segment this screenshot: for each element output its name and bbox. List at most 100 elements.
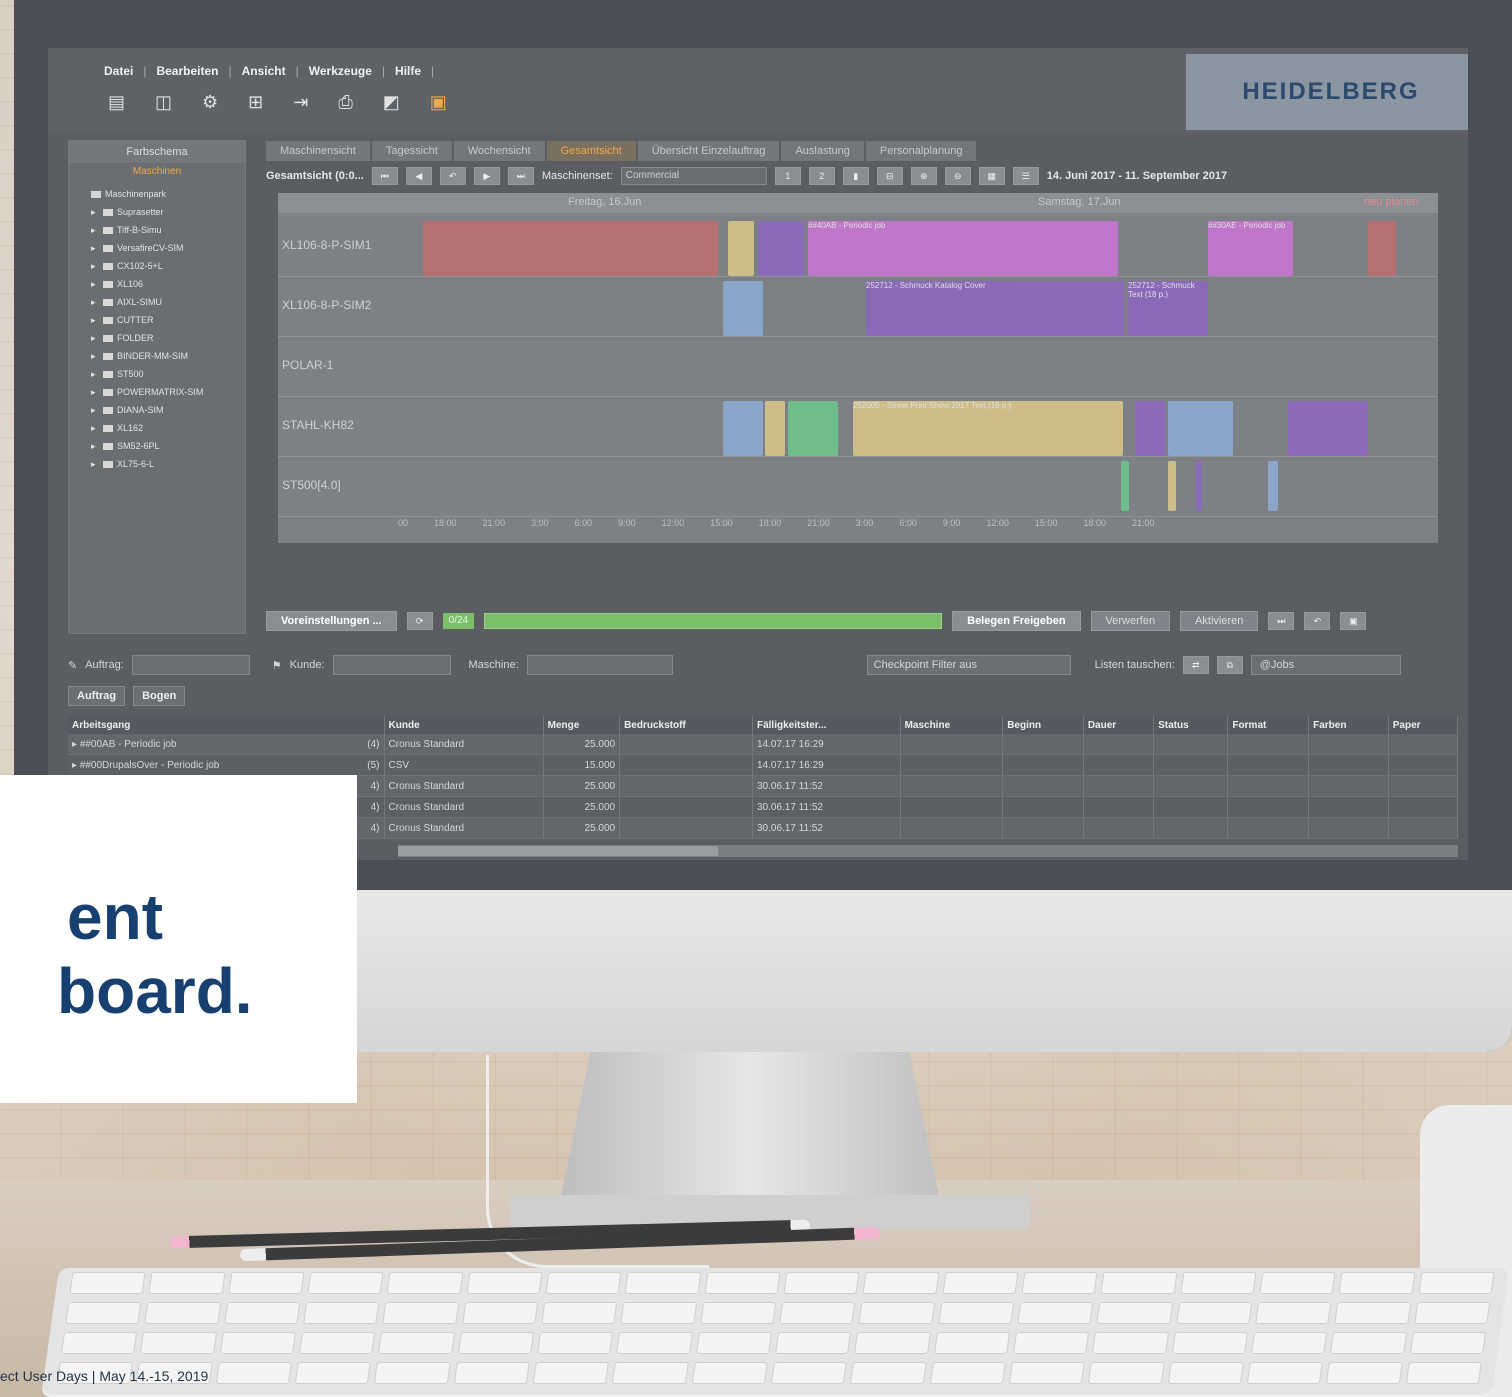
- gantt-job-bar[interactable]: [1288, 401, 1368, 456]
- group-bogen[interactable]: Bogen: [133, 686, 186, 706]
- tab-6[interactable]: Personalplanung: [865, 141, 977, 161]
- last-button[interactable]: ⏭: [507, 167, 534, 185]
- folder-icon[interactable]: ▣: [430, 92, 447, 113]
- column-header[interactable]: Paper: [1388, 716, 1459, 734]
- gantt-job-bar[interactable]: 252712 - Schmuck Text (18 p.): [1128, 281, 1208, 336]
- tree-item[interactable]: ▸ POWERMATRIX-SIM: [91, 383, 245, 401]
- tree-item[interactable]: ▸ Suprasetter: [91, 203, 245, 221]
- column-header[interactable]: Fälligkeitster...: [752, 716, 901, 734]
- column-header[interactable]: Dauer: [1083, 716, 1155, 734]
- menu-datei[interactable]: Datei: [104, 64, 133, 78]
- column-header[interactable]: Menge: [543, 716, 621, 734]
- gantt-job-bar[interactable]: 252712 - Schmuck Katalog Cover: [866, 281, 1124, 336]
- menu-hilfe[interactable]: Hilfe: [395, 64, 421, 78]
- export-icon[interactable]: ⇥: [293, 92, 308, 113]
- tree-item[interactable]: ▸ XL162: [91, 419, 245, 437]
- prev-button[interactable]: ◀: [405, 167, 432, 185]
- table-row[interactable]: ▸ ##00AB - Periodic job (4) Cronus Standa…: [68, 734, 1459, 755]
- expand-icon[interactable]: ▸: [91, 383, 103, 401]
- gantt-job-bar[interactable]: [1121, 461, 1129, 511]
- tab-5[interactable]: Auslastung: [781, 141, 864, 161]
- expand-icon[interactable]: ▸: [91, 275, 103, 293]
- refresh-icon[interactable]: ⟳: [406, 612, 433, 630]
- customer-input[interactable]: [332, 655, 451, 675]
- grid-icon[interactable]: ▦: [978, 167, 1005, 185]
- page-2-button[interactable]: 2: [808, 167, 835, 185]
- tree-item[interactable]: ▸ AIXL-SIMU: [91, 293, 245, 311]
- column-header[interactable]: Beginn: [1002, 716, 1084, 734]
- order-input[interactable]: [131, 655, 250, 675]
- tree-item[interactable]: ▸ DIANA-SIM: [91, 401, 245, 419]
- copy-icon[interactable]: ⧉: [1216, 656, 1243, 674]
- replan-header[interactable]: neu planen: [1364, 196, 1418, 208]
- activate-button[interactable]: Aktivieren: [1180, 611, 1259, 631]
- tree-item[interactable]: ▸ CUTTER: [91, 311, 245, 329]
- doc-icon[interactable]: ▮: [842, 167, 869, 185]
- column-header[interactable]: Bedruckstoff: [619, 716, 753, 734]
- tree-item[interactable]: ▸ Tiff-B-Simu: [91, 221, 245, 239]
- expand-icon[interactable]: ▸: [91, 347, 103, 365]
- tab-4[interactable]: Übersicht Einzelauftrag: [637, 141, 780, 161]
- tree-item[interactable]: ▸ XL106: [91, 275, 245, 293]
- expand-icon[interactable]: ▸: [91, 401, 103, 419]
- swap-icon[interactable]: ⇄: [1182, 656, 1209, 674]
- column-header[interactable]: Farben: [1308, 716, 1389, 734]
- zoom-out-icon[interactable]: ⊖: [944, 167, 971, 185]
- zoom-in-icon[interactable]: ⊕: [910, 167, 937, 185]
- column-header[interactable]: Format: [1227, 716, 1310, 734]
- tree-item[interactable]: ▸ CX102-5+L: [91, 257, 245, 275]
- file-icon[interactable]: ▤: [108, 92, 125, 113]
- tree-icon[interactable]: ⊞: [248, 92, 263, 113]
- settings-button[interactable]: Voreinstellungen ...: [266, 611, 397, 631]
- left-panel-subtitle[interactable]: Maschinen: [69, 163, 245, 181]
- table-row[interactable]: ▸ ##00DrupalsOver - Periodic job (5) CSV 1…: [68, 754, 1459, 776]
- scroll-thumb[interactable]: [398, 846, 718, 856]
- layout-icon[interactable]: ⊟: [876, 167, 903, 185]
- gantt-job-bar[interactable]: [765, 401, 785, 456]
- tab-2[interactable]: Wochensicht: [453, 141, 545, 161]
- discard-button[interactable]: Verwerfen: [1090, 611, 1171, 631]
- expand-icon[interactable]: ▸: [91, 365, 103, 383]
- gantt-job-bar[interactable]: [1135, 401, 1165, 456]
- expand-icon[interactable]: ▸: [91, 221, 103, 239]
- gantt-job-bar[interactable]: [723, 401, 763, 456]
- expand-icon[interactable]: ▸: [91, 419, 103, 437]
- panel-icon[interactable]: ▣: [1340, 612, 1367, 630]
- expand-icon[interactable]: ▸: [91, 311, 103, 329]
- column-header[interactable]: Kunde: [384, 716, 544, 734]
- gantt-job-bar[interactable]: [728, 221, 754, 276]
- group-auftrag[interactable]: Auftrag: [68, 686, 126, 706]
- expand-icon[interactable]: ▸: [91, 293, 103, 311]
- gantt-job-bar[interactable]: [1268, 461, 1278, 511]
- column-header[interactable]: Arbeitsgang: [68, 716, 385, 734]
- tab-3[interactable]: Gesamtsicht: [546, 141, 636, 161]
- tab-0[interactable]: Maschinensicht: [266, 141, 370, 161]
- expand-icon[interactable]: ▸: [91, 329, 103, 347]
- expand-icon[interactable]: ▸: [91, 239, 103, 257]
- gantt-job-bar[interactable]: ##40AB - Periodic job: [808, 221, 1118, 276]
- tree-item[interactable]: ▸ ST500: [91, 365, 245, 383]
- checkpoint-select[interactable]: Checkpoint Filter aus: [866, 655, 1071, 675]
- horizontal-scrollbar[interactable]: [398, 845, 1458, 857]
- undo-button[interactable]: ↶: [439, 167, 466, 185]
- expand-icon[interactable]: ▸: [91, 437, 103, 455]
- menu-bearbeiten[interactable]: Bearbeiten: [156, 64, 218, 78]
- column-header[interactable]: Maschine: [900, 716, 1004, 734]
- expand-icon[interactable]: ▸: [72, 739, 77, 750]
- gantt-job-bar[interactable]: [758, 221, 804, 276]
- menu-werkzeuge[interactable]: Werkzeuge: [309, 64, 372, 78]
- tree-item[interactable]: ▸ VersafireCV-SIM: [91, 239, 245, 257]
- machine-input[interactable]: [526, 655, 673, 675]
- tree-item[interactable]: ▸ BINDER-MM-SIM: [91, 347, 245, 365]
- expand-icon[interactable]: ▸: [91, 203, 103, 221]
- next-button[interactable]: ▶: [473, 167, 500, 185]
- tree-item[interactable]: ▸ SM52-6PL: [91, 437, 245, 455]
- settings-file-icon[interactable]: ⚙: [202, 92, 218, 113]
- tree-item[interactable]: ▸ FOLDER: [91, 329, 245, 347]
- release-button[interactable]: Belegen Freigeben: [952, 611, 1081, 631]
- machineset-select[interactable]: Commercial: [620, 167, 767, 185]
- undo-icon[interactable]: ↶: [1304, 612, 1331, 630]
- gantt-job-bar[interactable]: 252000 - Street Print Show 2017 Text (16…: [853, 401, 1123, 456]
- gantt-job-bar[interactable]: [723, 281, 763, 336]
- gantt-job-bar[interactable]: [1196, 461, 1202, 511]
